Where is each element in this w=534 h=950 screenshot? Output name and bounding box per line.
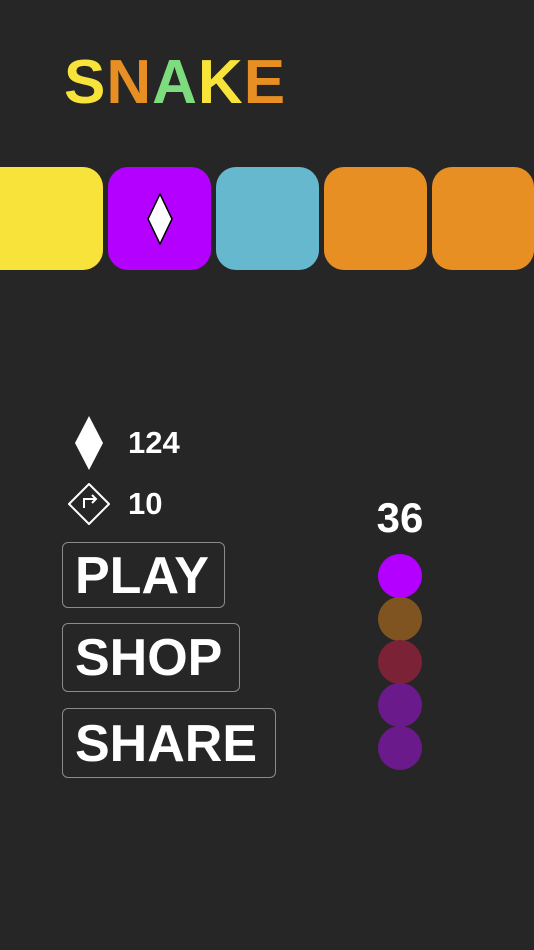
tile <box>0 167 103 270</box>
play-button[interactable]: PLAY <box>62 542 225 608</box>
snake-segment <box>378 597 422 641</box>
turn-arrow-icon <box>66 478 112 530</box>
moves-count-value: 10 <box>128 486 163 521</box>
diamond-icon <box>66 416 112 470</box>
tile-with-diamond <box>108 167 211 270</box>
title-letter: K <box>197 48 244 117</box>
snake-segment <box>378 554 422 598</box>
title-letter: N <box>106 48 153 117</box>
share-button[interactable]: SHARE <box>62 708 276 778</box>
snake-segment <box>378 726 422 770</box>
tile <box>324 167 427 270</box>
gem-count-value: 124 <box>128 425 180 460</box>
shop-button[interactable]: SHOP <box>62 623 240 692</box>
title-letter: E <box>243 48 287 117</box>
gem-count: 124 <box>66 416 180 470</box>
snake-segment <box>378 683 422 727</box>
tile <box>216 167 319 270</box>
tile-row <box>0 167 534 270</box>
diamond-icon <box>146 192 173 245</box>
tile <box>432 167 534 270</box>
moves-count: 10 <box>66 478 162 530</box>
snake-length-score: 36 <box>376 494 424 541</box>
title-letter: A <box>152 48 198 117</box>
game-title: S N A K E <box>64 52 286 114</box>
title-letter: S <box>64 48 107 117</box>
snake-segment <box>378 640 422 684</box>
